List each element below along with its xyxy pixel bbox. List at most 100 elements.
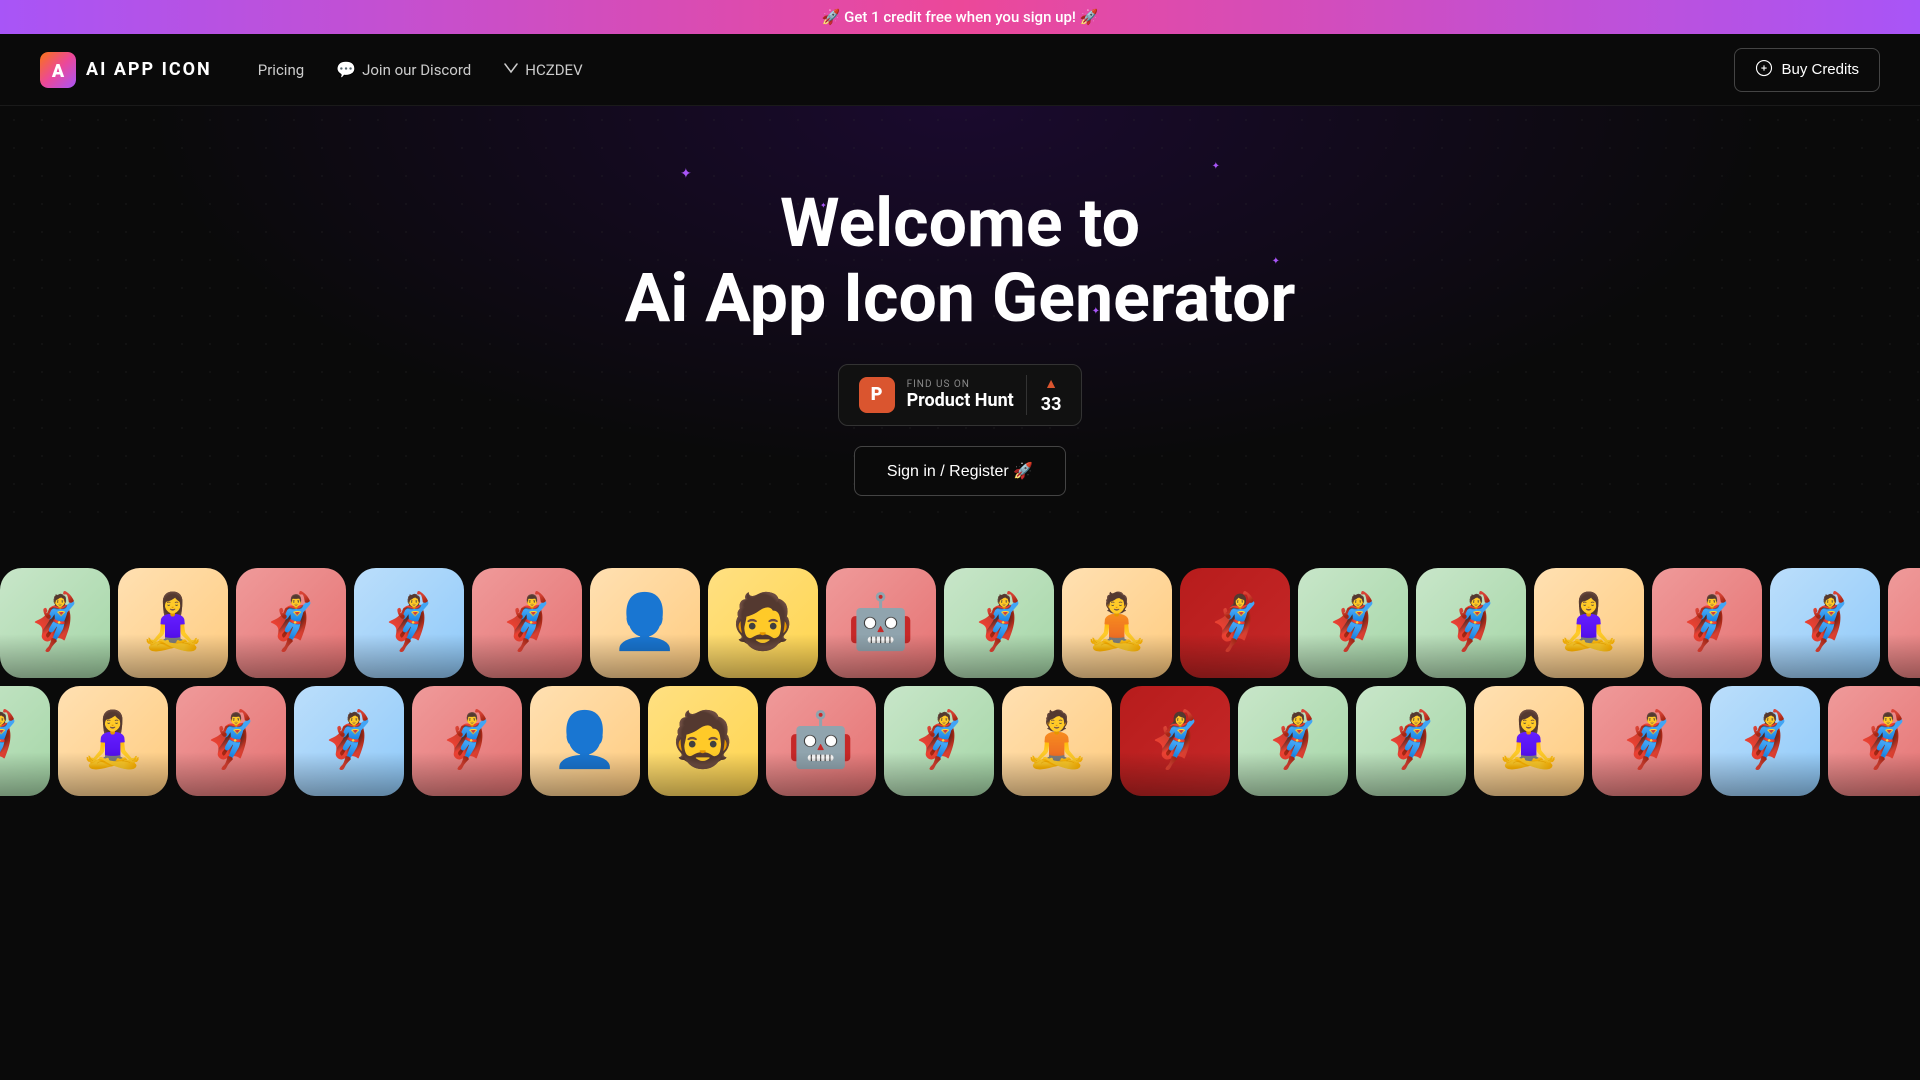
icon-figure: 🦸: [1356, 686, 1466, 796]
app-icon: 🦸‍♂️: [1828, 686, 1920, 796]
icon-figure: 🤖: [766, 686, 876, 796]
icon-figure: 🦸‍♂️: [236, 568, 346, 678]
star-decoration: ✦: [680, 166, 692, 182]
icon-gallery: 🦸🧘‍♀️🦸‍♂️🦸🦸‍♂️👤🧔🤖🦸🧘🦸‍♀️🦸🦸🧘‍♀️🦸‍♂️🦸🦸‍♂️👤🧔…: [0, 568, 1920, 796]
icon-figure: 🦸: [1416, 568, 1526, 678]
app-icon: 🧘‍♀️: [58, 686, 168, 796]
star-decoration: ✦: [1212, 161, 1220, 172]
ph-name: Product Hunt: [907, 390, 1014, 411]
buy-credits-label: Buy Credits: [1781, 61, 1859, 78]
app-icon: 🦸: [1770, 568, 1880, 678]
discord-icon: 💬: [336, 60, 356, 79]
icon-figure: 🦸: [294, 686, 404, 796]
app-icon: 👤: [530, 686, 640, 796]
credits-icon: [1755, 59, 1773, 81]
icon-figure: 🦸‍♂️: [176, 686, 286, 796]
hczdev-link[interactable]: HCZDEV: [489, 52, 596, 88]
icon-figure: 🦸‍♂️: [1828, 686, 1920, 796]
banner-text: 🚀 Get 1 credit free when you sign up! 🚀: [822, 8, 1099, 26]
icon-figure: 🤖: [826, 568, 936, 678]
icon-figure: 🧘‍♀️: [1534, 568, 1644, 678]
app-icon: 🦸‍♂️: [1652, 568, 1762, 678]
svg-text:A: A: [51, 61, 65, 82]
ph-logo: P: [859, 377, 895, 413]
hczdev-label: HCZDEV: [525, 61, 582, 79]
discord-label: Join our Discord: [362, 61, 471, 79]
icon-figure: 🦸‍♀️: [1120, 686, 1230, 796]
app-icon: 🤖: [766, 686, 876, 796]
app-icon: 🦸: [1298, 568, 1408, 678]
icon-figure: 👤: [530, 686, 640, 796]
app-icon: 🦸: [294, 686, 404, 796]
hero-title: Welcome to Ai App Icon Generator: [625, 186, 1296, 336]
app-icon: 🧘‍♀️: [1534, 568, 1644, 678]
app-icon: 🦸‍♂️: [1592, 686, 1702, 796]
app-icon: 🧔: [708, 568, 818, 678]
icon-figure: 🦸‍♂️: [472, 568, 582, 678]
pricing-label: Pricing: [258, 61, 304, 79]
ph-number: 33: [1041, 394, 1062, 415]
logo-link[interactable]: A AI APP ICON: [40, 52, 212, 88]
icon-figure: 🦸‍♂️: [1592, 686, 1702, 796]
hero-line1: Welcome to: [625, 186, 1296, 261]
ph-text: FIND US ON Product Hunt: [907, 379, 1014, 411]
product-hunt-badge[interactable]: P FIND US ON Product Hunt ▲ 33: [838, 364, 1083, 426]
discord-link[interactable]: 💬 Join our Discord: [322, 52, 485, 87]
app-icon: 🦸‍♂️: [1888, 568, 1920, 678]
app-icon: 🦸: [884, 686, 994, 796]
app-icon: 🦸: [944, 568, 1054, 678]
app-icon: 🦸: [1416, 568, 1526, 678]
icon-figure: 🦸‍♂️: [1888, 568, 1920, 678]
app-icon: 🦸‍♂️: [412, 686, 522, 796]
app-icon: 🦸‍♂️: [176, 686, 286, 796]
icon-figure: 🧘‍♀️: [118, 568, 228, 678]
icon-figure: 🦸: [1710, 686, 1820, 796]
signin-button[interactable]: Sign in / Register 🚀: [854, 446, 1066, 496]
app-icon: 🧘‍♀️: [1474, 686, 1584, 796]
app-icon: 🦸‍♀️: [1180, 568, 1290, 678]
app-icon: 🦸: [0, 568, 110, 678]
icon-figure: 👤: [590, 568, 700, 678]
app-icon: 🦸: [1710, 686, 1820, 796]
icon-figure: 🧔: [708, 568, 818, 678]
icon-figure: 🦸: [354, 568, 464, 678]
icon-figure: 🦸‍♂️: [412, 686, 522, 796]
icon-figure: 🦸‍♀️: [1180, 568, 1290, 678]
app-icon: 🧔: [648, 686, 758, 796]
icon-figure: 🦸: [1238, 686, 1348, 796]
app-icon: 🧘‍♀️: [118, 568, 228, 678]
top-banner: 🚀 Get 1 credit free when you sign up! 🚀: [0, 0, 1920, 34]
icon-figure: 🧘‍♀️: [58, 686, 168, 796]
pricing-link[interactable]: Pricing: [244, 53, 318, 87]
hczdev-icon: [503, 60, 519, 80]
app-icon: 🦸: [354, 568, 464, 678]
icon-figure: 🦸: [944, 568, 1054, 678]
icon-figure: 🦸: [0, 686, 50, 796]
icon-figure: 🧘: [1002, 686, 1112, 796]
signin-label: Sign in / Register 🚀: [887, 463, 1033, 480]
app-icon: 👤: [590, 568, 700, 678]
nav-links: Pricing 💬 Join our Discord HCZDEV: [244, 52, 597, 88]
navbar: A AI APP ICON Pricing 💬 Join our Discord…: [0, 34, 1920, 106]
logo-icon: A: [40, 52, 76, 88]
app-icon: 🦸: [1238, 686, 1348, 796]
icon-figure: 🦸: [0, 568, 110, 678]
app-icon: 🦸: [0, 686, 50, 796]
icon-row-2: 🦸🧘‍♀️🦸‍♂️🦸🦸‍♂️👤🧔🤖🦸🧘🦸‍♀️🦸🦸🧘‍♀️🦸‍♂️🦸🦸‍♂️👤🧔…: [0, 686, 1920, 796]
app-icon: 🦸‍♂️: [472, 568, 582, 678]
app-icon: 🧘: [1002, 686, 1112, 796]
icon-figure: 🦸: [1770, 568, 1880, 678]
hero-section: ✦ ✦ ✦ ✦ ✦ ✦ ✦ Welcome to Ai App Icon Gen…: [0, 106, 1920, 536]
app-icon: 🦸‍♂️: [236, 568, 346, 678]
logo-text: AI APP ICON: [86, 59, 212, 80]
app-icon: 🧘: [1062, 568, 1172, 678]
icon-row-1: 🦸🧘‍♀️🦸‍♂️🦸🦸‍♂️👤🧔🤖🦸🧘🦸‍♀️🦸🦸🧘‍♀️🦸‍♂️🦸🦸‍♂️👤🧔…: [0, 568, 1920, 678]
icon-figure: 🦸: [1298, 568, 1408, 678]
ph-arrow: ▲: [1044, 375, 1058, 392]
hero-line2: Ai App Icon Generator: [625, 261, 1296, 336]
buy-credits-button[interactable]: Buy Credits: [1734, 48, 1880, 92]
app-icon: 🤖: [826, 568, 936, 678]
icon-figure: 🧘: [1062, 568, 1172, 678]
app-icon: 🦸‍♀️: [1120, 686, 1230, 796]
icon-figure: 🦸: [884, 686, 994, 796]
